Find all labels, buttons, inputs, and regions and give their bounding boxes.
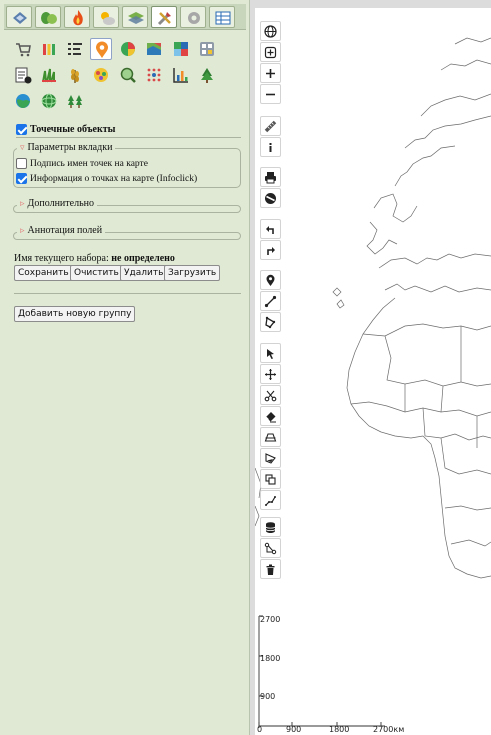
polygon-draw-icon[interactable] — [260, 312, 281, 332]
infoclick-label: Информация о точках на карте (Infoclick) — [30, 173, 198, 184]
tab-bar — [4, 4, 246, 30]
expand-arrow-icon: ▹ — [20, 225, 25, 236]
search-magnify-icon[interactable] — [117, 64, 139, 86]
fit-extent-icon[interactable] — [260, 42, 281, 62]
point-names-checkbox[interactable] — [16, 158, 27, 169]
point-marker-icon[interactable] — [260, 270, 281, 290]
scale-x-label: 1800 — [329, 725, 350, 734]
report-icon[interactable] — [12, 64, 34, 86]
additional-legend[interactable]: ▹ Дополнительно — [17, 198, 97, 209]
step-line-icon[interactable] — [260, 490, 281, 510]
map-pin-icon[interactable] — [90, 38, 112, 60]
undo-icon[interactable] — [260, 219, 281, 239]
statistics-chart-icon[interactable] — [170, 64, 192, 86]
point-names-label: Подпись имен точек на карте — [30, 158, 148, 169]
delete-button[interactable]: Удалить — [120, 265, 168, 281]
thematic-map-icon[interactable] — [143, 38, 165, 60]
redo-icon[interactable] — [260, 240, 281, 260]
info-icon[interactable] — [260, 137, 281, 157]
field-annotation-title: Аннотация полей — [27, 225, 103, 236]
ruler-icon[interactable] — [260, 116, 281, 136]
tab-tools-icon[interactable] — [151, 6, 177, 28]
save-button[interactable]: Сохранить — [14, 265, 73, 281]
no-entry-icon[interactable] — [260, 188, 281, 208]
trees-icon[interactable] — [64, 90, 86, 112]
tab-layers-tool-icon[interactable] — [6, 6, 32, 28]
scale-y-label: 2700 — [260, 615, 281, 624]
field-annotation-legend[interactable]: ▹ Аннотация полей — [17, 225, 106, 236]
calculator-icon[interactable] — [196, 38, 218, 60]
clear-button[interactable]: Очистить — [70, 265, 123, 281]
map-view[interactable]: 2700 1800 900 0 900 1800 2700км — [255, 8, 491, 735]
globe-icon[interactable] — [260, 21, 281, 41]
point-objects-checkbox[interactable] — [16, 124, 27, 135]
pie-chart-icon[interactable] — [117, 38, 139, 60]
left-panel: Точечные объекты ▿ Параметры вкладки Под… — [0, 0, 250, 735]
point-objects-row[interactable]: Точечные объекты — [16, 124, 115, 135]
expand-arrow-icon: ▹ — [20, 198, 25, 209]
collapse-arrow-icon: ▿ — [20, 142, 25, 153]
database-icon[interactable] — [260, 517, 281, 537]
copy-shape-icon[interactable] — [260, 469, 281, 489]
add-group-button[interactable]: Добавить новую группу — [14, 306, 136, 322]
cart-icon[interactable] — [12, 38, 34, 60]
tab-fire-icon[interactable] — [64, 6, 90, 28]
tab-weather-icon[interactable] — [93, 6, 119, 28]
forest-icon[interactable] — [196, 64, 218, 86]
zoom-out-icon[interactable] — [260, 84, 281, 104]
scale-x-label: 2700км — [373, 725, 405, 734]
line-draw-icon[interactable] — [260, 291, 281, 311]
scale-y-label: 900 — [260, 692, 276, 701]
pollen-icon[interactable] — [90, 64, 112, 86]
legend-list-icon[interactable] — [64, 38, 86, 60]
tab-params-legend[interactable]: ▿ Параметры вкладки — [17, 142, 116, 153]
trash-icon[interactable] — [260, 559, 281, 579]
path-node-icon[interactable] — [260, 538, 281, 558]
cut-icon[interactable] — [260, 385, 281, 405]
tab-settings-gear-icon[interactable] — [180, 6, 206, 28]
tab-params-title: Параметры вкладки — [27, 142, 113, 153]
fill-shape-icon[interactable] — [260, 448, 281, 468]
scale-x-label: 0 — [257, 725, 263, 734]
current-set-value: не определено — [111, 253, 175, 264]
grass-icon[interactable] — [38, 64, 60, 86]
current-set-label: Имя текущего набора: — [14, 253, 109, 264]
print-icon[interactable] — [260, 167, 281, 187]
divider — [16, 137, 241, 138]
option-infoclick-row[interactable]: Информация о точках на карте (Infoclick) — [16, 173, 197, 184]
dot-grid-icon[interactable] — [143, 64, 165, 86]
tab-stack-layers-icon[interactable] — [122, 6, 148, 28]
trapezoid-icon[interactable] — [260, 427, 281, 447]
option-point-names-row[interactable]: Подпись имен точек на карте — [16, 158, 148, 169]
globe-icon[interactable] — [12, 90, 34, 112]
color-grid-icon[interactable] — [170, 38, 192, 60]
point-objects-label: Точечные объекты — [30, 124, 116, 135]
infoclick-checkbox[interactable] — [16, 173, 27, 184]
scale-y-label: 1800 — [260, 654, 281, 663]
divider — [14, 293, 241, 294]
additional-title: Дополнительно — [27, 198, 94, 209]
zoom-in-icon[interactable] — [260, 63, 281, 83]
current-set-line: Имя текущего набора: не определено — [14, 253, 175, 264]
load-button[interactable]: Загрузить — [164, 265, 221, 281]
eraser-icon[interactable] — [260, 406, 281, 426]
scale-graticule — [258, 615, 385, 728]
bar-chart-icon[interactable] — [38, 38, 60, 60]
move-icon[interactable] — [260, 364, 281, 384]
wheat-icon[interactable] — [64, 64, 86, 86]
select-pointer-icon[interactable] — [260, 343, 281, 363]
tab-plants-icon[interactable] — [35, 6, 61, 28]
sphere-icon[interactable] — [38, 90, 60, 112]
scale-x-label: 900 — [286, 725, 302, 734]
tab-table-icon[interactable] — [209, 6, 235, 28]
